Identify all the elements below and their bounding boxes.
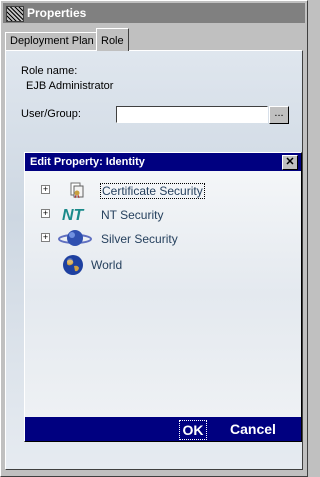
dialog-title: Edit Property: Identity	[30, 156, 145, 168]
tree-node-nt-security[interactable]: + NT NT Security	[25, 203, 285, 225]
tab-label: Role	[101, 35, 124, 47]
identity-tree: + Certificate Security + NT NT Security …	[25, 171, 301, 416]
globe-icon	[62, 254, 84, 279]
expand-icon[interactable]: +	[41, 185, 50, 194]
dialog-titlebar[interactable]: Edit Property: Identity ✕	[25, 153, 301, 171]
properties-window: Properties Deployment Plan Role Role nam…	[0, 0, 308, 477]
window-title: Properties	[27, 6, 87, 20]
tab-deployment-plan[interactable]: Deployment Plan	[5, 32, 99, 51]
dialog-button-bar: OK Cancel	[25, 417, 301, 441]
tree-node-label: Silver Security	[101, 232, 178, 246]
svg-text:NT: NT	[62, 207, 85, 224]
tree-node-world[interactable]: World	[25, 253, 285, 275]
tree-node-label: Certificate Security	[100, 183, 205, 199]
tab-label: Deployment Plan	[10, 35, 94, 47]
edit-property-dialog: Edit Property: Identity ✕ + Certificate …	[24, 152, 302, 442]
tree-node-label: NT Security	[101, 208, 164, 222]
planet-icon	[58, 228, 92, 251]
tree-node-silver-security[interactable]: + Silver Security	[25, 227, 285, 249]
tree-node-label: World	[91, 258, 123, 272]
window-grip-icon	[6, 6, 24, 22]
browse-button[interactable]: ...	[269, 106, 289, 124]
tree-node-certificate-security[interactable]: + Certificate Security	[25, 179, 285, 201]
certificate-icon	[69, 181, 85, 202]
cancel-button[interactable]: Cancel	[230, 420, 276, 438]
user-group-input[interactable]	[116, 106, 268, 123]
window-titlebar[interactable]: Properties	[3, 3, 305, 23]
expand-icon[interactable]: +	[41, 209, 50, 218]
role-name-label: Role name:	[21, 65, 78, 77]
ok-button[interactable]: OK	[179, 420, 207, 440]
dialog-close-icon[interactable]: ✕	[282, 155, 298, 170]
role-name-value: EJB Administrator	[26, 80, 114, 92]
tab-role[interactable]: Role	[96, 28, 129, 51]
user-group-label: User/Group:	[21, 108, 81, 120]
expand-icon[interactable]: +	[41, 233, 50, 242]
nt-icon: NT	[61, 204, 89, 227]
